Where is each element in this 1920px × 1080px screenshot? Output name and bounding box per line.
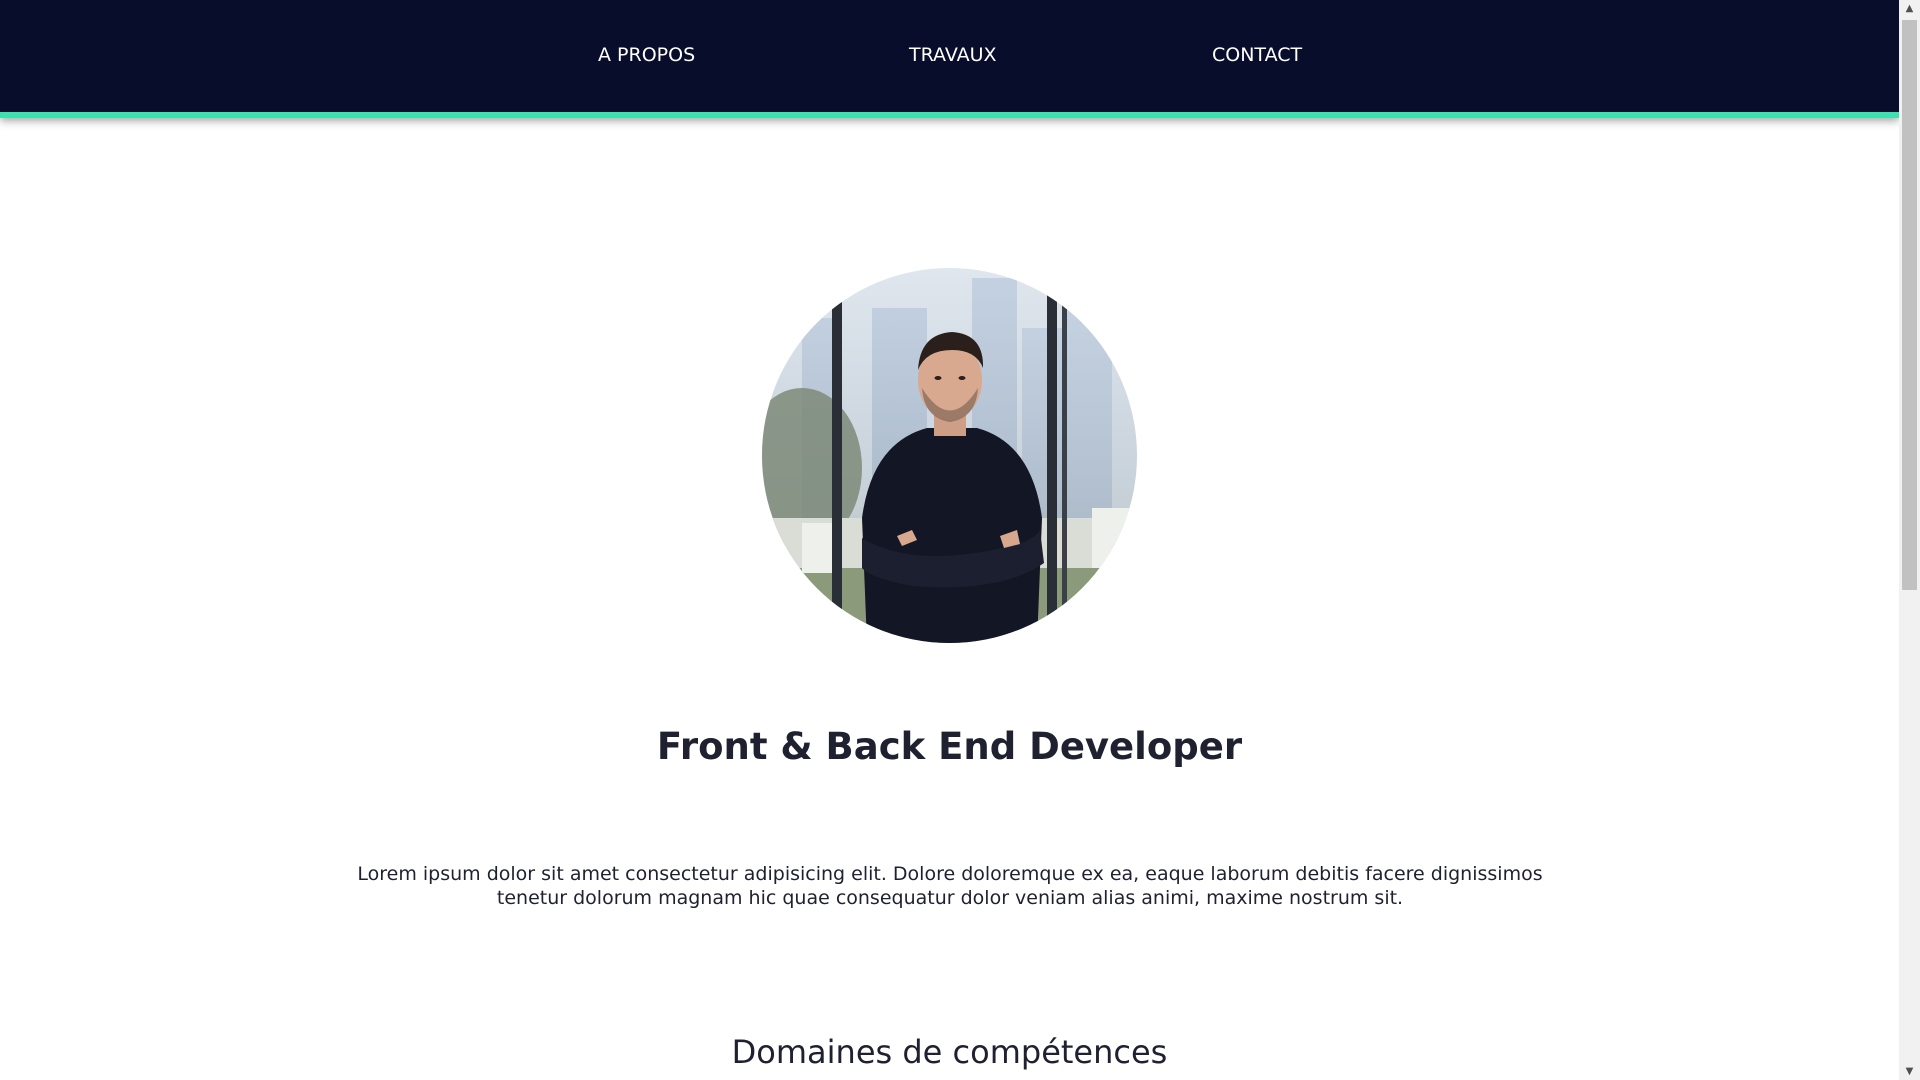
vertical-scrollbar[interactable]: ▲ ▼ bbox=[1899, 0, 1920, 1080]
top-navbar: A PROPOS TRAVAUX CONTACT bbox=[0, 0, 1899, 118]
nav-link-contact[interactable]: CONTACT bbox=[1212, 44, 1302, 66]
intro-paragraph: Lorem ipsum dolor sit amet consectetur a… bbox=[357, 863, 1543, 909]
nav-link-travaux[interactable]: TRAVAUX bbox=[909, 44, 997, 66]
skills-section-heading: Domaines de compétences bbox=[731, 1033, 1168, 1071]
page-title: Front & Back End Developer bbox=[656, 725, 1243, 768]
profile-photo bbox=[762, 268, 1137, 643]
page-content: A PROPOS TRAVAUX CONTACT Front & Back En… bbox=[0, 0, 1899, 1080]
scroll-up-icon[interactable]: ▲ bbox=[1899, 0, 1920, 17]
nav-link-a-propos[interactable]: A PROPOS bbox=[598, 44, 695, 66]
scroll-down-icon[interactable]: ▼ bbox=[1899, 1063, 1920, 1080]
browser-viewport: A PROPOS TRAVAUX CONTACT Front & Back En… bbox=[0, 0, 1920, 1080]
scrollbar-thumb[interactable] bbox=[1902, 20, 1917, 590]
